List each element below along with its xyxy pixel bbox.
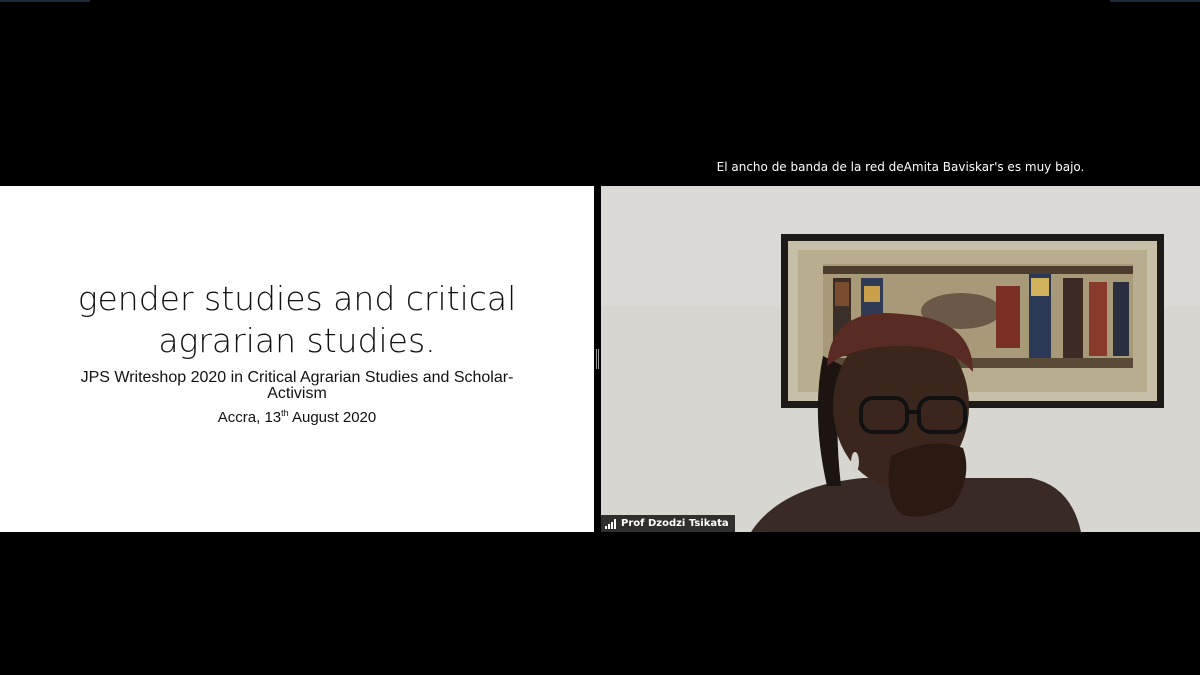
slide-subtitle-line-1: JPS Writeshop 2020 in Critical Agrarian … [80,369,514,386]
slide-title-line-1: gender studies and critical [77,279,517,318]
slide-subtitle-line-2: Activism [267,385,327,402]
slide-title: gender studies and critical agrarian stu… [0,278,594,362]
splitter-grip-icon [596,349,599,369]
slide-subtitle: JPS Writeshop 2020 in Critical Agrarian … [40,370,554,402]
top-edge-bar-left [0,0,90,2]
slide-date: Accra, 13th August 2020 [0,408,594,426]
participant-name: Prof Dzodzi Tsikata [621,518,729,529]
participant-video-tile[interactable]: Prof Dzodzi Tsikata [601,186,1200,532]
slide-date-superscript: th [281,408,289,418]
signal-strength-icon [605,518,616,529]
slide-date-prefix: Accra, 13 [217,409,282,426]
network-bandwidth-notice: El ancho de banda de la red deAmita Bavi… [716,160,1085,174]
slide-title-line-2: agrarian studies. [158,321,436,360]
shared-screen-slide[interactable]: gender studies and critical agrarian stu… [0,186,594,532]
meeting-window: El ancho de banda de la red deAmita Bavi… [0,0,1200,675]
top-edge-bar-right [1110,0,1200,2]
participant-video-feed [601,186,1200,532]
slide-date-suffix: August 2020 [288,409,377,426]
participant-name-tag: Prof Dzodzi Tsikata [601,515,735,532]
panel-splitter-handle[interactable] [594,186,601,532]
